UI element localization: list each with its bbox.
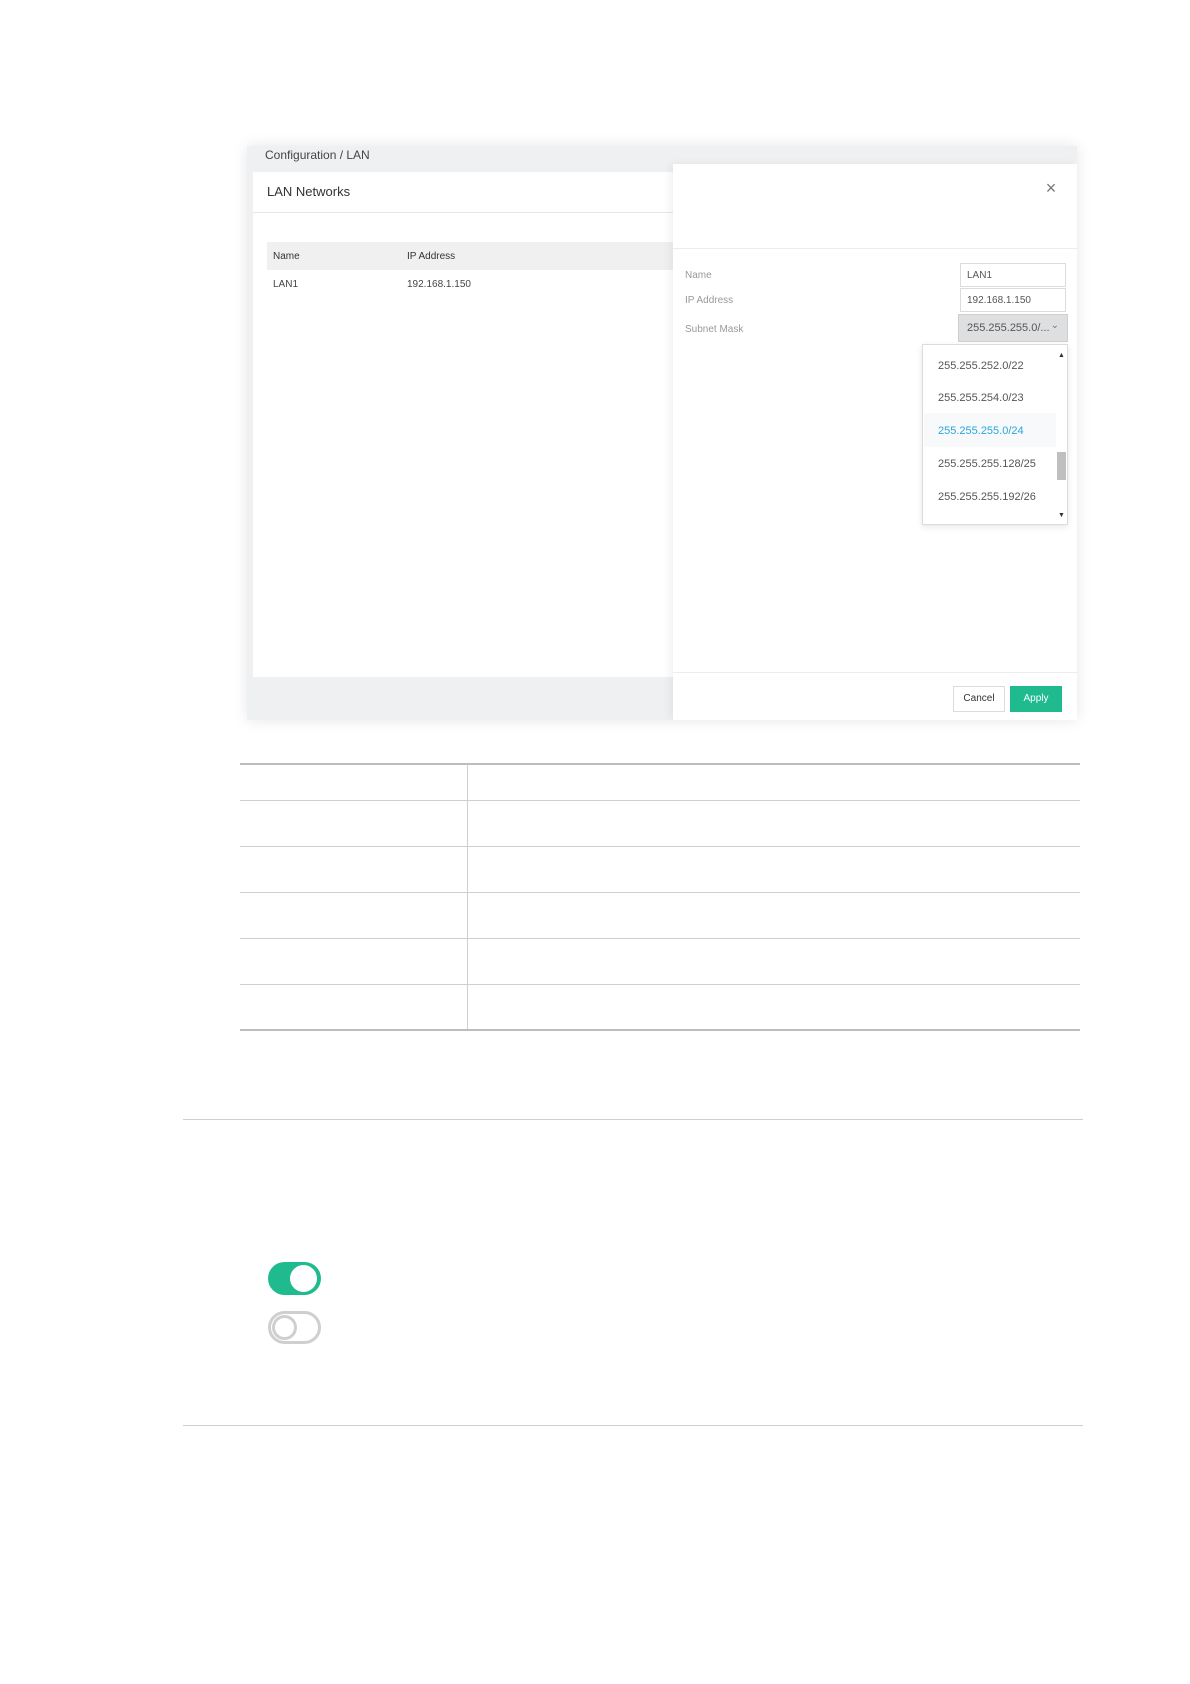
scroll-down-icon[interactable]: ▼	[1058, 512, 1065, 519]
subnet-mask-label: Subnet Mask	[685, 324, 744, 335]
column-header-name: Name	[273, 251, 300, 262]
edit-lan-panel: × Name LAN1 IP Address 192.168.1.150 Sub…	[673, 164, 1077, 720]
scroll-up-icon[interactable]: ▲	[1058, 352, 1065, 359]
panel-divider	[673, 248, 1077, 249]
card-title: LAN Networks	[267, 184, 351, 199]
subnet-mask-select[interactable]: 255.255.255.0/... ⌄	[958, 314, 1068, 342]
ip-address-label: IP Address	[685, 295, 734, 306]
toggle-knob	[290, 1265, 317, 1292]
row-name: LAN1	[273, 279, 299, 290]
lan-networks-card: LAN Networks Name IP Address LAN1 192.16…	[253, 172, 673, 677]
scroll-thumb[interactable]	[1057, 452, 1066, 480]
table-row-divider	[240, 800, 1080, 801]
card-divider	[253, 212, 673, 213]
table-row-divider	[240, 846, 1080, 847]
toggle-switch-off-icon[interactable]	[268, 1311, 321, 1344]
description-table	[240, 763, 1080, 1031]
table-column-divider	[467, 765, 468, 1029]
table-top-rule	[240, 763, 1080, 765]
subnet-mask-dropdown: 255.255.252.0/22 255.255.254.0/23 255.25…	[922, 344, 1068, 525]
panel-footer-divider	[673, 672, 1077, 673]
apply-button[interactable]: Apply	[1010, 686, 1062, 712]
table-header: Name IP Address	[267, 242, 673, 270]
cancel-button[interactable]: Cancel	[953, 686, 1005, 712]
table-row-divider	[240, 892, 1080, 893]
section-rule	[183, 1425, 1083, 1426]
table-row-divider	[240, 938, 1080, 939]
dropdown-option[interactable]: 255.255.254.0/23	[938, 392, 1024, 404]
ui-screenshot: Configuration / LAN LAN Networks Name IP…	[247, 146, 1077, 720]
row-ip-address: 192.168.1.150	[407, 279, 471, 290]
dropdown-option[interactable]: 255.255.255.192/26	[938, 491, 1036, 503]
table-bottom-rule	[240, 1029, 1080, 1031]
ip-address-field[interactable]: 192.168.1.150	[960, 288, 1066, 312]
column-header-ip-address: IP Address	[407, 251, 456, 262]
name-field[interactable]: LAN1	[960, 263, 1066, 287]
chevron-down-icon: ⌄	[1050, 320, 1059, 331]
table-row-divider	[240, 984, 1080, 985]
table-row[interactable]: LAN1 192.168.1.150	[267, 270, 673, 298]
toggle-knob	[272, 1315, 297, 1340]
subnet-mask-value: 255.255.255.0/...	[967, 322, 1050, 334]
close-icon[interactable]: ×	[1041, 178, 1061, 198]
toggle-switch-on-icon[interactable]	[268, 1262, 321, 1295]
breadcrumb: Configuration / LAN	[265, 148, 370, 162]
name-label: Name	[685, 270, 712, 281]
dropdown-option-selected[interactable]: 255.255.255.0/24	[938, 425, 1024, 437]
dropdown-scrollbar[interactable]: ▲ ▼	[1056, 346, 1067, 523]
section-rule	[183, 1119, 1083, 1120]
dropdown-option[interactable]: 255.255.255.128/25	[938, 458, 1036, 470]
dropdown-option[interactable]: 255.255.252.0/22	[938, 360, 1024, 372]
